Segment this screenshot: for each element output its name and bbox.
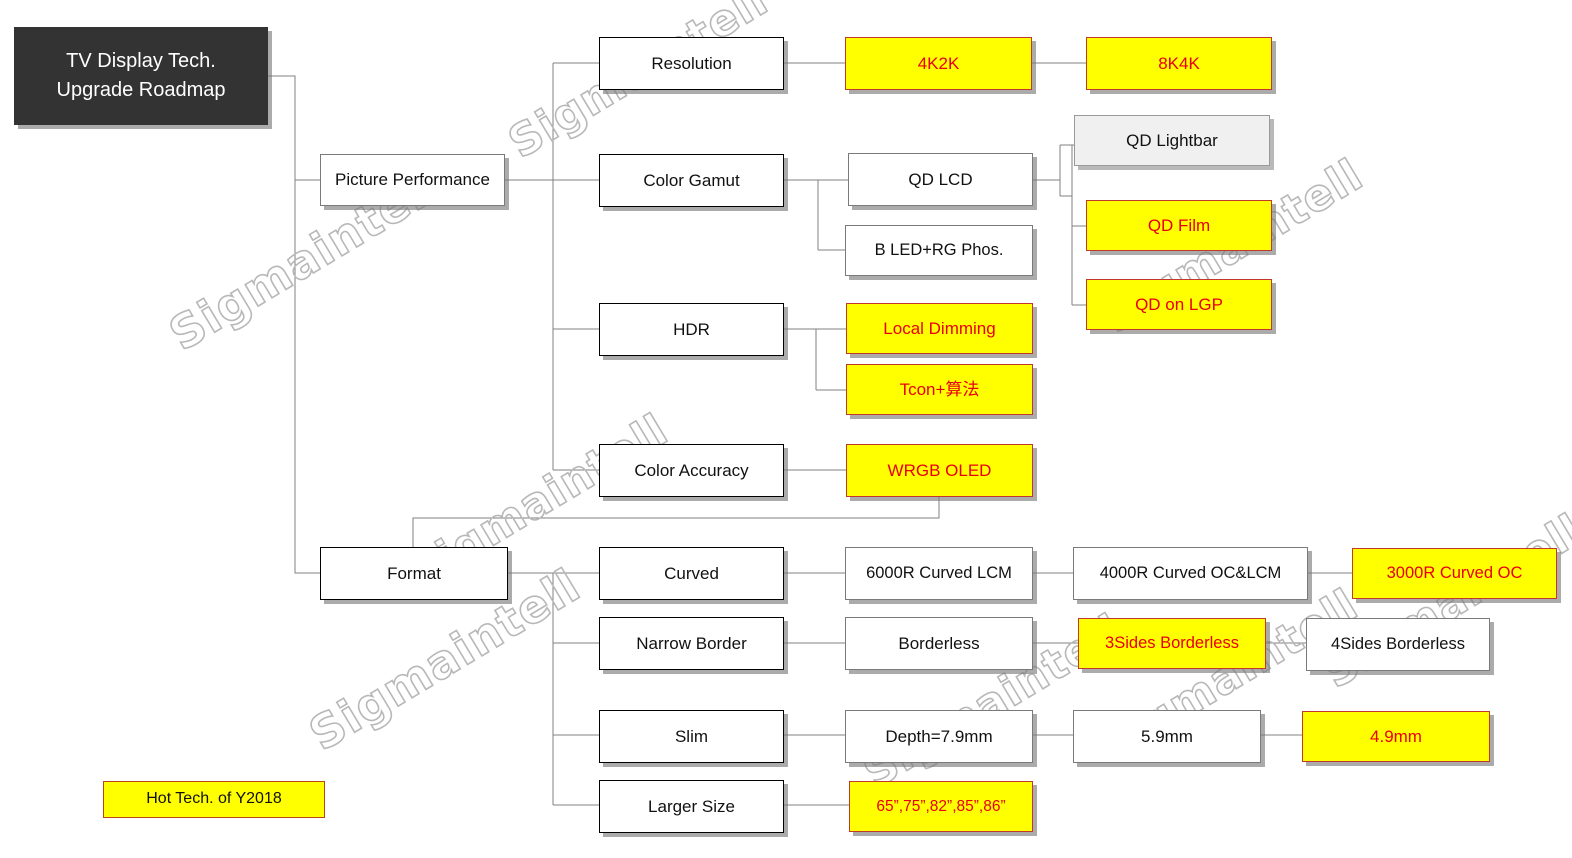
roadmap-diagram-canvas: Sigmaintell Sigmaintell Sigmaintell Sigm… (0, 0, 1572, 858)
branch-picture-performance[interactable]: Picture Performance (320, 154, 505, 206)
node-4000r-curved-oc-lcm[interactable]: 4000R Curved OC&LCM (1073, 547, 1308, 600)
node-narrow-border[interactable]: Narrow Border (599, 617, 784, 670)
node-slim[interactable]: Slim (599, 710, 784, 763)
node-label: Slim (674, 726, 709, 746)
root-title-line2: Upgrade Roadmap (56, 79, 226, 101)
node-local-dimming[interactable]: Local Dimming (846, 303, 1033, 354)
branch-label: Picture Performance (335, 170, 490, 190)
node-label: 8K4K (1158, 53, 1200, 73)
node-label: WRGB OLED (887, 460, 992, 480)
node-3sides-borderless[interactable]: 3Sides Borderless (1078, 618, 1266, 669)
node-color-accuracy[interactable]: Color Accuracy (599, 444, 784, 497)
node-label: Resolution (651, 53, 732, 73)
node-label: 4K2K (917, 53, 960, 73)
node-label: 6000R Curved LCM (866, 564, 1012, 583)
legend-hot-tech-y2018: Hot Tech. of Y2018 (103, 781, 325, 818)
node-curved[interactable]: Curved (599, 547, 784, 600)
node-qd-on-lgp[interactable]: QD on LGP (1086, 279, 1272, 330)
node-label: Color Accuracy (634, 460, 749, 480)
node-label: 65”,75”,82”,85”,86” (876, 797, 1006, 815)
node-label: HDR (673, 319, 710, 339)
node-8k4k[interactable]: 8K4K (1086, 37, 1272, 90)
node-resolution[interactable]: Resolution (599, 37, 784, 90)
node-label: Depth=7.9mm (885, 726, 993, 746)
node-6000r-curved-lcm[interactable]: 6000R Curved LCM (845, 547, 1033, 600)
root-title-line1: TV Display Tech. (66, 50, 216, 72)
node-label: Borderless (898, 633, 980, 653)
node-color-gamut[interactable]: Color Gamut (599, 154, 784, 207)
node-4k2k[interactable]: 4K2K (845, 37, 1032, 90)
node-label: Curved (664, 563, 719, 583)
node-b-led-rg-phosphor[interactable]: B LED+RG Phos. (845, 225, 1033, 276)
root-node-tv-display-roadmap[interactable]: TV Display Tech. Upgrade Roadmap (14, 27, 268, 125)
node-depth-7-9mm[interactable]: Depth=7.9mm (845, 710, 1033, 763)
node-label: Narrow Border (636, 633, 747, 653)
node-label: B LED+RG Phos. (874, 241, 1004, 260)
node-label: Color Gamut (643, 170, 740, 190)
node-label: 3Sides Borderless (1105, 634, 1239, 653)
node-larger-size[interactable]: Larger Size (599, 780, 784, 833)
node-label: Tcon+算法 (899, 379, 980, 399)
node-label: 3000R Curved OC (1386, 564, 1523, 583)
node-depth-4-9mm[interactable]: 4.9mm (1302, 711, 1490, 762)
node-4sides-borderless[interactable]: 4Sides Borderless (1306, 618, 1490, 671)
node-qd-lcd[interactable]: QD LCD (848, 153, 1033, 206)
node-label: QD LCD (908, 169, 973, 189)
node-label: 4.9mm (1370, 726, 1422, 746)
node-wrgb-oled[interactable]: WRGB OLED (846, 444, 1033, 497)
node-qd-film[interactable]: QD Film (1086, 200, 1272, 251)
node-label: Larger Size (648, 796, 735, 816)
node-3000r-curved-oc[interactable]: 3000R Curved OC (1352, 548, 1557, 599)
node-qd-lightbar[interactable]: QD Lightbar (1074, 115, 1270, 166)
node-label: QD Lightbar (1126, 130, 1218, 150)
node-label: QD on LGP (1135, 294, 1223, 314)
node-panel-sizes[interactable]: 65”,75”,82”,85”,86” (849, 781, 1033, 832)
node-tcon-algorithm[interactable]: Tcon+算法 (846, 364, 1033, 415)
node-hdr[interactable]: HDR (599, 303, 784, 356)
node-label: Local Dimming (883, 318, 996, 338)
legend-label: Hot Tech. of Y2018 (146, 790, 282, 808)
branch-label: Format (387, 563, 441, 583)
branch-format[interactable]: Format (320, 547, 508, 600)
node-label: 4000R Curved OC&LCM (1099, 564, 1282, 583)
node-depth-5-9mm[interactable]: 5.9mm (1073, 710, 1261, 763)
node-label: 4Sides Borderless (1331, 635, 1465, 654)
node-label: QD Film (1147, 215, 1211, 235)
node-label: 5.9mm (1141, 726, 1193, 746)
node-borderless[interactable]: Borderless (845, 617, 1033, 670)
